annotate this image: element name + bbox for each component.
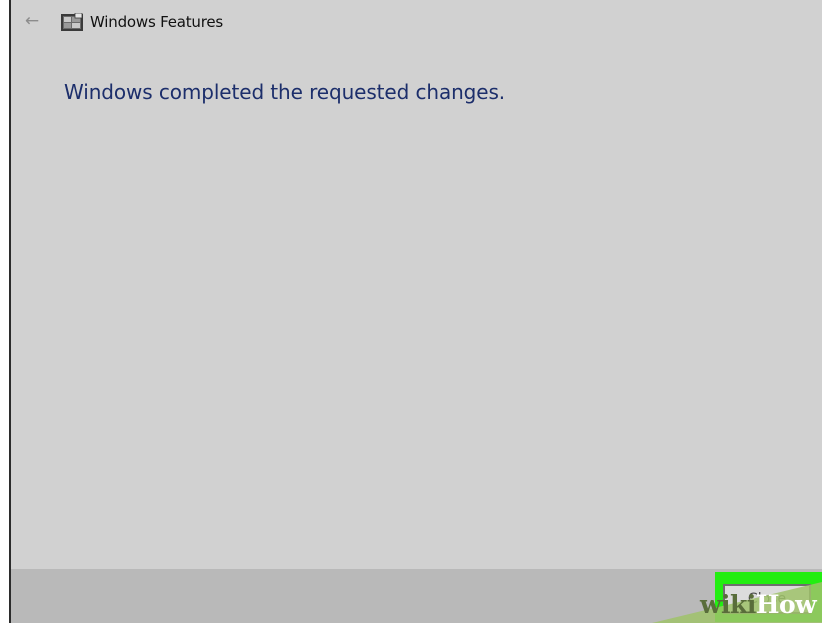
windows-features-dialog: ← Windows Features Windows completed the… (9, 0, 822, 623)
back-arrow-icon[interactable]: ← (21, 10, 43, 32)
watermark-how: How (755, 590, 817, 619)
completion-message: Windows completed the requested changes. (64, 80, 506, 104)
title-bar: ← Windows Features (11, 0, 822, 48)
watermark-wiki: wiki (700, 590, 756, 619)
windows-features-icon (61, 13, 83, 31)
wikihow-watermark: wikiHow (700, 590, 817, 619)
window-title: Windows Features (90, 13, 224, 31)
